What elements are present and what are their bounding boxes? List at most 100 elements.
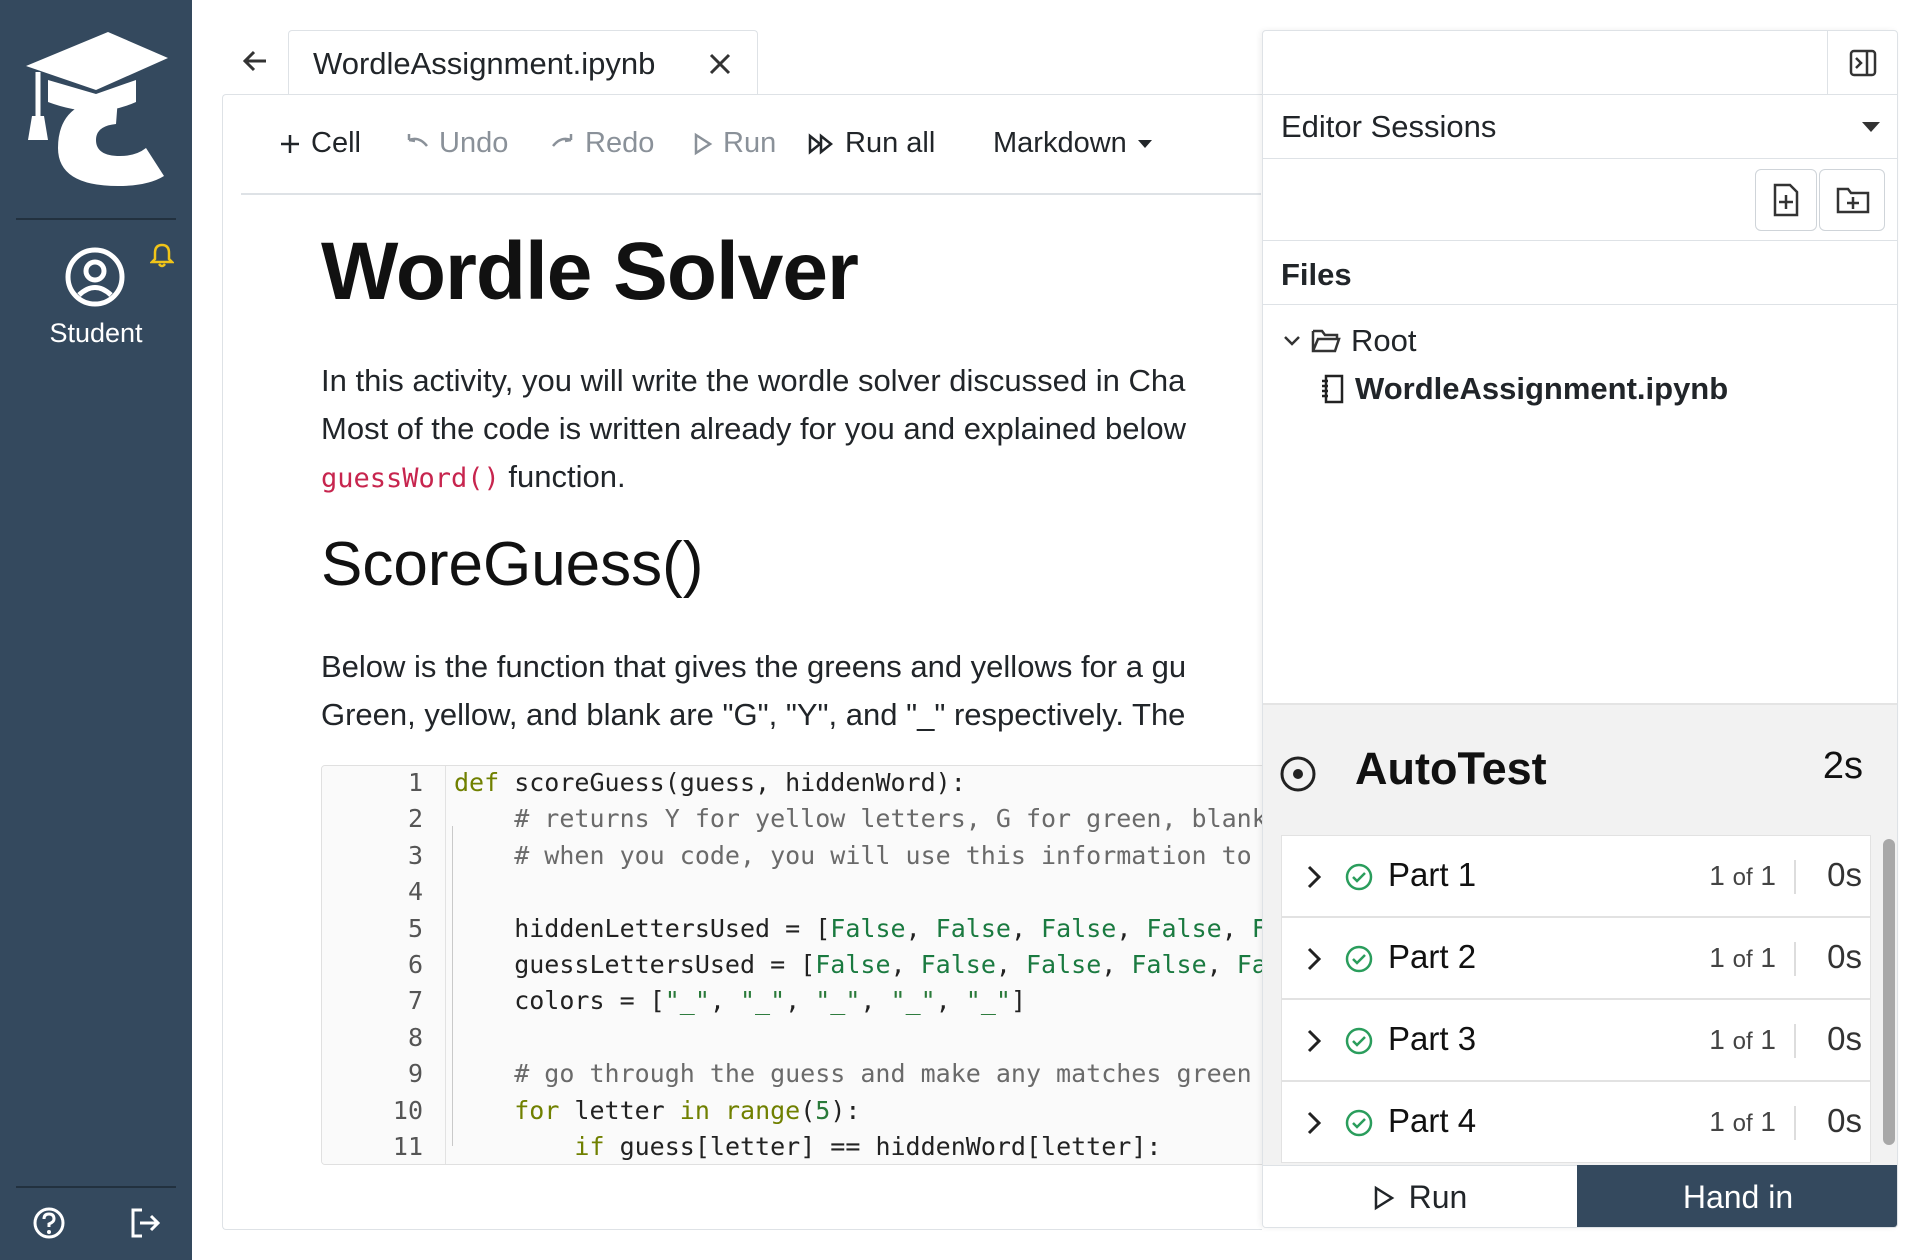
help-icon[interactable] [32, 1206, 66, 1240]
close-icon[interactable] [707, 51, 733, 77]
line-number: 11 [392, 1132, 423, 1161]
new-file-button[interactable] [1755, 169, 1817, 231]
tab-notebook[interactable]: WordleAssignment.ipynb [288, 30, 758, 94]
chevron-right-icon[interactable] [1306, 946, 1322, 972]
autotest-part-row[interactable]: Part 1 1 of 1 0s [1281, 835, 1871, 917]
line-number: 10 [392, 1095, 423, 1125]
autotest-time: 2s [1822, 745, 1863, 787]
paragraph-text: function. [499, 459, 626, 494]
check-circle-icon [1345, 1027, 1373, 1055]
score-passed: 1 [1709, 942, 1725, 973]
chevron-right-icon[interactable] [1306, 864, 1322, 890]
tab-label[interactable]: WordleAssignment.ipynb [313, 46, 655, 82]
user-icon[interactable] [64, 246, 126, 308]
score-passed: 1 [1709, 860, 1725, 891]
notebook-content: Wordle Solver In this activity, you will… [223, 197, 1262, 1229]
logout-icon[interactable] [128, 1206, 162, 1240]
back-arrow-icon[interactable] [240, 46, 270, 76]
autotest-part-row[interactable]: Part 4 1 of 1 0s [1281, 1081, 1871, 1163]
play-icon [1374, 1185, 1394, 1210]
redo-icon [552, 133, 573, 147]
indent-guide [452, 826, 453, 1146]
redo-label: Redo [585, 127, 655, 159]
score-of: of [1732, 946, 1753, 973]
paragraph-line: In this activity, you will write the wor… [321, 363, 1186, 398]
score-total: 1 [1760, 860, 1776, 891]
autotest-title: AutoTest [1355, 743, 1547, 794]
scrollbar-thumb[interactable] [1883, 839, 1895, 1145]
code-line: # when you code, you will use this infor… [454, 840, 1262, 870]
code-cell[interactable]: 12345678910111213 def scoreGuess(guess, … [321, 765, 1262, 1165]
logo-icon[interactable] [18, 28, 174, 188]
chevron-down-icon[interactable] [1283, 335, 1301, 347]
collapse-panel-button[interactable] [1827, 31, 1897, 95]
part-score: 1 of 1 [1672, 942, 1796, 976]
bell-icon[interactable] [150, 242, 174, 268]
score-of: of [1732, 1110, 1753, 1137]
autotest-status-icon [1280, 756, 1316, 792]
tree-file-item[interactable]: WordleAssignment.ipynb [1319, 371, 1728, 407]
part-time: 0s [1827, 938, 1862, 975]
score-passed: 1 [1709, 1024, 1725, 1055]
line-number: 4 [407, 877, 423, 907]
score-of: of [1732, 864, 1753, 891]
hand-in-label: Hand in [1682, 1178, 1794, 1215]
cell-type-dropdown[interactable]: Markdown [993, 127, 1153, 160]
part-name: Part 3 [1388, 1020, 1477, 1057]
new-file-icon [1773, 183, 1799, 217]
panel-header [1263, 31, 1897, 95]
hand-in-button[interactable]: Hand in [1577, 1165, 1897, 1227]
redo-button[interactable]: Redo [551, 127, 654, 160]
cell-type-label: Markdown [993, 127, 1127, 159]
undo-icon [407, 133, 428, 147]
app-sidebar: Student [0, 0, 192, 1260]
user-role-label[interactable]: Student [0, 318, 192, 349]
check-circle-icon [1345, 863, 1373, 891]
code-line: # returns Y for yellow letters, G for gr… [454, 804, 1262, 834]
part-name: Part 2 [1388, 938, 1477, 975]
line-number: 8 [407, 1022, 423, 1052]
score-passed: 1 [1709, 1106, 1725, 1137]
chevron-right-icon[interactable] [1306, 1110, 1322, 1136]
undo-label: Undo [439, 127, 509, 159]
editor-sessions-dropdown[interactable]: Editor Sessions [1263, 95, 1897, 159]
code-line: if guess[letter] == hiddenWord[letter]: [574, 1132, 1162, 1161]
line-number: 2 [407, 804, 423, 834]
autotest-run-button[interactable]: Run [1263, 1165, 1577, 1227]
side-panel: Editor Sessions Files Root WordleAssignm… [1262, 30, 1898, 1228]
part-time: 0s [1827, 1102, 1862, 1139]
files-header: Files [1263, 241, 1897, 305]
run-all-button[interactable]: Run all [807, 127, 935, 160]
line-number: 7 [407, 986, 423, 1016]
chevron-right-icon[interactable] [1306, 1028, 1322, 1054]
play-icon [694, 132, 713, 155]
notebook-icon [1322, 374, 1344, 404]
tree-folder-root[interactable]: Root [1283, 323, 1416, 359]
line-number: 6 [407, 950, 423, 979]
add-cell-button[interactable]: Cell [279, 127, 361, 160]
line-number: 5 [407, 913, 423, 943]
code-line: # go through the guess and make any matc… [454, 1059, 1252, 1089]
code-line: hiddenLettersUsed = [False, False, False… [454, 913, 1262, 943]
autotest-scrollbar[interactable] [1879, 833, 1897, 1167]
root-folder-label: Root [1351, 323, 1417, 358]
files-label: Files [1281, 257, 1352, 292]
autotest-part-row[interactable]: Part 2 1 of 1 0s [1281, 917, 1871, 999]
folder-open-icon [1311, 329, 1341, 353]
caret-down-icon [1137, 139, 1152, 148]
run-cell-button[interactable]: Run [693, 127, 776, 160]
score-of: of [1732, 1028, 1753, 1055]
paragraph-line: Below is the function that gives the gre… [321, 649, 1187, 684]
run-label: Run [723, 127, 777, 159]
line-number: 9 [407, 1059, 423, 1089]
fast-forward-icon [808, 132, 834, 155]
new-folder-button[interactable] [1819, 169, 1885, 231]
undo-button[interactable]: Undo [405, 127, 508, 160]
autotest-header[interactable]: AutoTest 2s [1263, 705, 1873, 833]
part-score: 1 of 1 [1672, 1024, 1796, 1058]
score-total: 1 [1760, 1024, 1776, 1055]
score-total: 1 [1760, 942, 1776, 973]
check-circle-icon [1345, 945, 1373, 973]
autotest-part-row[interactable]: Part 3 1 of 1 0s [1281, 999, 1871, 1081]
notebook-toolbar: Cell Undo Redo Run Run all Markdown [241, 95, 1261, 195]
